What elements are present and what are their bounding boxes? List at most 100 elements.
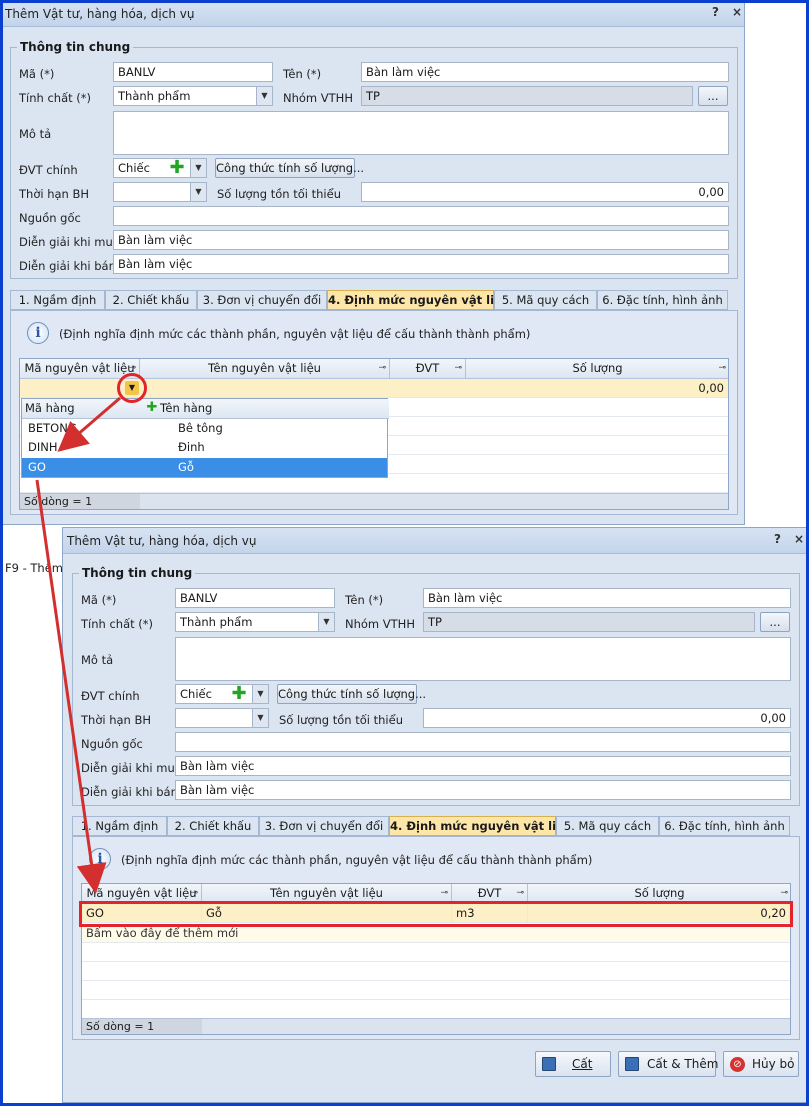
- min-stock-label: Số lượng tồn tối thiểu: [217, 187, 341, 201]
- chevron-down-icon[interactable]: ▼: [252, 685, 268, 703]
- tab-attributes[interactable]: 6. Đặc tính, hình ảnh: [597, 290, 728, 310]
- min-stock-field[interactable]: 0,00: [361, 182, 729, 202]
- name-label: Tên (*): [345, 593, 384, 607]
- tab-spec-code[interactable]: 5. Mã quy cách: [494, 290, 597, 310]
- add-unit-icon[interactable]: ✚: [231, 685, 247, 703]
- tab-material-norm[interactable]: 4. Định mức nguyên vật liệu: [389, 816, 572, 836]
- chevron-down-icon[interactable]: ▼: [252, 709, 268, 727]
- origin-field[interactable]: [175, 732, 791, 752]
- name-field[interactable]: Bàn làm việc: [361, 62, 729, 82]
- cell-qty[interactable]: 0,00: [466, 379, 728, 398]
- floppy-disk-icon: [542, 1057, 556, 1071]
- min-stock-field[interactable]: 0,00: [423, 708, 791, 728]
- cancel-icon: ⊘: [730, 1057, 745, 1072]
- desc-field[interactable]: [175, 637, 791, 681]
- unit-label: ĐVT chính: [81, 689, 140, 703]
- pin-icon[interactable]: ⊸: [718, 359, 726, 378]
- group-vthh-field[interactable]: TP: [361, 86, 693, 106]
- info-icon: i: [27, 322, 49, 344]
- group-browse-button[interactable]: ...: [760, 612, 790, 632]
- code-label: Mã (*): [19, 67, 55, 81]
- code-field[interactable]: BANLV: [113, 62, 273, 82]
- nature-value: Thành phẩm: [180, 615, 253, 629]
- warranty-select[interactable]: ▼: [113, 182, 207, 202]
- sell-desc-field[interactable]: Bàn làm việc: [113, 254, 729, 274]
- tab-bar: 1. Ngầm định 2. Chiết khấu 3. Đơn vị chu…: [10, 290, 738, 310]
- code-field[interactable]: BANLV: [175, 588, 335, 608]
- unit-value: Chiếc: [118, 161, 150, 175]
- info-icon: i: [89, 848, 111, 870]
- col-header-unit[interactable]: ĐVT ⊸: [390, 359, 466, 379]
- sell-desc-field[interactable]: Bàn làm việc: [175, 780, 791, 800]
- dialog-title: Thêm Vật tư, hàng hóa, dịch vụ: [5, 7, 195, 21]
- pin-icon[interactable]: ⊸: [454, 359, 462, 378]
- sell-desc-label: Diễn giải khi bán: [19, 259, 116, 273]
- buy-desc-field[interactable]: Bàn làm việc: [113, 230, 729, 250]
- top-dialog: Thêm Vật tư, hàng hóa, dịch vụ ? × Thông…: [0, 0, 745, 525]
- tab-attributes[interactable]: 6. Đặc tính, hình ảnh: [659, 816, 790, 836]
- group-label: Thông tin chung: [17, 40, 134, 54]
- desc-label: Mô tả: [19, 127, 52, 141]
- origin-field[interactable]: [113, 206, 729, 226]
- group-browse-button[interactable]: ...: [698, 86, 728, 106]
- chevron-down-icon[interactable]: ▼: [190, 159, 206, 177]
- buy-desc-label: Diễn giải khi mua: [19, 235, 120, 249]
- save-button[interactable]: Cất: [535, 1051, 611, 1077]
- bottom-dialog: Thêm Vật tư, hàng hóa, dịch vụ ? × Thông…: [62, 527, 807, 1103]
- unit-select[interactable]: Chiếc ▼: [113, 158, 207, 178]
- desc-label: Mô tả: [81, 653, 114, 667]
- col-header-name[interactable]: Tên nguyên vật liệu ⊸: [140, 359, 390, 379]
- table-row: [82, 962, 790, 981]
- chevron-down-icon[interactable]: ▼: [318, 613, 334, 631]
- tab-discount[interactable]: 2. Chiết khấu: [167, 816, 259, 836]
- top-titlebar: Thêm Vật tư, hàng hóa, dịch vụ ? ×: [1, 1, 744, 27]
- add-item-icon[interactable]: ✚: [144, 400, 160, 416]
- tab-material-norm[interactable]: 4. Định mức nguyên vật liệu: [327, 290, 510, 310]
- group-vthh-label: Nhóm VTHH: [345, 617, 415, 631]
- chevron-down-icon[interactable]: ▼: [256, 87, 272, 105]
- dd-header-code: Mã hàng: [22, 399, 142, 419]
- tab-default[interactable]: 1. Ngầm định: [10, 290, 105, 310]
- nature-value: Thành phẩm: [118, 89, 191, 103]
- list-item[interactable]: DINH Đinh: [22, 438, 387, 457]
- origin-label: Nguồn gốc: [19, 211, 81, 225]
- buy-desc-field[interactable]: Bàn làm việc: [175, 756, 791, 776]
- save-and-add-button[interactable]: Cất & Thêm: [618, 1051, 718, 1077]
- help-button[interactable]: ?: [774, 532, 781, 546]
- warranty-label: Thời hạn BH: [81, 713, 152, 727]
- col-header-qty[interactable]: Số lượng ⊸: [466, 359, 728, 379]
- close-button[interactable]: ×: [794, 532, 804, 546]
- add-unit-icon[interactable]: ✚: [169, 159, 185, 177]
- tab-default[interactable]: 1. Ngầm định: [72, 816, 167, 836]
- row-count: Số dòng = 1: [82, 1019, 202, 1034]
- pin-icon[interactable]: ⊸: [378, 359, 386, 378]
- info-text: (Định nghĩa định mức các thành phần, ngu…: [121, 853, 593, 867]
- tab-spec-code[interactable]: 5. Mã quy cách: [556, 816, 659, 836]
- unit-select[interactable]: Chiếc ▼: [175, 684, 269, 704]
- table-row: [82, 943, 790, 962]
- nature-select[interactable]: Thành phẩm ▼: [113, 86, 273, 106]
- dropdown-arrow-button[interactable]: ▼: [125, 381, 139, 395]
- table-row: [82, 1000, 790, 1019]
- formula-button[interactable]: Công thức tính số lượng...: [215, 158, 364, 178]
- row-count: Số dòng = 1: [20, 494, 140, 509]
- formula-button[interactable]: Công thức tính số lượng...: [277, 684, 426, 704]
- tab-unit-conversion[interactable]: 3. Đơn vị chuyển đổi: [259, 816, 389, 836]
- tab-discount[interactable]: 2. Chiết khấu: [105, 290, 197, 310]
- warranty-select[interactable]: ▼: [175, 708, 269, 728]
- list-item-selected[interactable]: GO Gỗ: [22, 458, 387, 477]
- close-button[interactable]: ×: [732, 5, 742, 19]
- row-highlight: [79, 901, 793, 927]
- list-item[interactable]: BETONG Bê tông: [22, 419, 387, 438]
- help-button[interactable]: ?: [712, 5, 719, 19]
- group-vthh-field[interactable]: TP: [423, 612, 755, 632]
- desc-field[interactable]: [113, 111, 729, 155]
- chevron-down-icon[interactable]: ▼: [190, 183, 206, 201]
- name-field[interactable]: Bàn làm việc: [423, 588, 791, 608]
- tab-unit-conversion[interactable]: 3. Đơn vị chuyển đổi: [197, 290, 327, 310]
- unit-label: ĐVT chính: [19, 163, 78, 177]
- group-vthh-label: Nhóm VTHH: [283, 91, 353, 105]
- cancel-button[interactable]: ⊘ Hủy bỏ: [723, 1051, 799, 1077]
- nature-select[interactable]: Thành phẩm ▼: [175, 612, 335, 632]
- unit-value: Chiếc: [180, 687, 212, 701]
